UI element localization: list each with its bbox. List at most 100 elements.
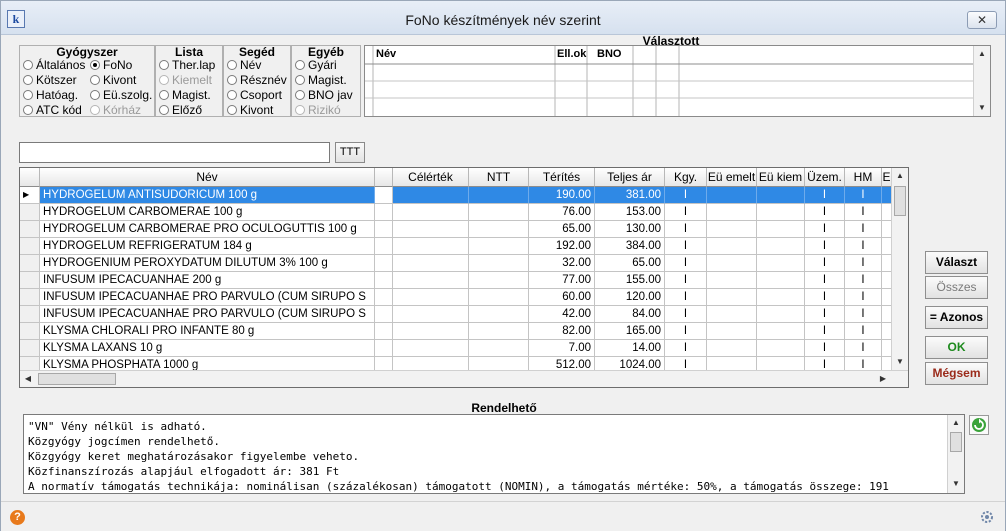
scroll-left-icon[interactable]: ◀ [20, 371, 36, 387]
table-row[interactable]: ▶ HYDROGELUM ANTISUDORICUM 100 g 190.00 381… [20, 187, 892, 204]
radio-circle-icon [295, 60, 305, 70]
cell-check [375, 289, 393, 306]
radio-kivont[interactable]: Kivont [90, 73, 136, 87]
cell-eu-emelt [707, 340, 757, 357]
osszes-button[interactable]: Összes [925, 276, 988, 299]
radio-bno-jav[interactable]: BNO jav [295, 88, 353, 102]
ok-button[interactable]: OK [925, 336, 988, 359]
cell-check [375, 204, 393, 221]
radio-hatoag[interactable]: Hatóag. [23, 88, 78, 102]
grid-header-indicator [20, 168, 40, 187]
cell-ntt [469, 187, 529, 204]
table-row[interactable]: HYDROGELUM REFRIGERATUM 184 g 192.00 384.0… [20, 238, 892, 255]
grid-vertical-scroll-thumb[interactable] [894, 186, 906, 216]
grid-vertical-scrollbar[interactable]: ▲ ▼ [891, 168, 908, 371]
settings-icon[interactable] [979, 509, 995, 525]
ttt-button[interactable]: TTT [335, 142, 365, 163]
radio-eu-szolg[interactable]: Eü.szolg. [90, 88, 152, 102]
table-row[interactable]: INFUSUM IPECACUANHAE PRO PARVULO (CUM SI… [20, 306, 892, 323]
cell-check [375, 255, 393, 272]
cell-teljes-ar: 130.00 [595, 221, 665, 238]
help-icon[interactable]: ? [10, 510, 25, 525]
grid-header-nev[interactable]: Név [40, 168, 375, 187]
refresh-icon[interactable] [969, 415, 989, 435]
scroll-down-icon[interactable]: ▼ [974, 100, 990, 116]
cell-ntt [469, 221, 529, 238]
title-bar[interactable]: k FoNo készítmények név szerint ✕ [1, 1, 1005, 35]
cell-nev: INFUSUM IPECACUANHAE PRO PARVULO (CUM SI… [40, 306, 375, 323]
azonos-button[interactable]: = Azonos [925, 306, 988, 329]
table-row[interactable]: HYDROGENIUM PEROXYDATUM DILUTUM 3% 100 g… [20, 255, 892, 272]
grid-header-eu-kiem[interactable]: Eü kiem [757, 168, 805, 187]
group-seged: Segéd Név Résznév Csoport Kivont [223, 45, 291, 117]
scroll-up-icon[interactable]: ▲ [948, 415, 964, 431]
grid-header-check[interactable] [375, 168, 393, 187]
radio-altalanos[interactable]: Általános [23, 58, 85, 72]
radio-circle-icon [90, 90, 100, 100]
cell-nev: KLYSMA CHLORALI PRO INFANTE 80 g [40, 323, 375, 340]
cell-uzem: I [805, 340, 845, 357]
table-row[interactable]: KLYSMA CHLORALI PRO INFANTE 80 g 82.00 165… [20, 323, 892, 340]
valasztott-list[interactable]: Név Ell.ok BNO ▲ ▼ [364, 45, 991, 117]
grid-horizontal-scroll-thumb[interactable] [38, 373, 116, 385]
table-row[interactable]: HYDROGELUM CARBOMERAE PRO OCULOGUTTIS 10… [20, 221, 892, 238]
radio-magist-egyeb[interactable]: Magist. [295, 73, 347, 87]
table-row[interactable]: KLYSMA LAXANS 10 g 7.00 14.00 I I I [20, 340, 892, 357]
cell-celertek [393, 221, 469, 238]
cell-check [375, 272, 393, 289]
rendelheto-line: Közgyógy jogcímen rendelhető. [28, 435, 221, 448]
grid-header-kgy[interactable]: Kgy. [665, 168, 707, 187]
scroll-down-icon[interactable]: ▼ [948, 476, 964, 492]
grid-header-celertek[interactable]: Célérték [393, 168, 469, 187]
cell-eu-kiem [757, 238, 805, 255]
product-grid[interactable]: Név Célérték NTT Térítés Teljes ár Kgy. … [19, 167, 909, 388]
cell-terites: 192.00 [529, 238, 595, 255]
grid-header-teljes-ar[interactable]: Teljes ár [595, 168, 665, 187]
cell-check [375, 187, 393, 204]
radio-elozo[interactable]: Előző [159, 103, 202, 117]
cell-celertek [393, 272, 469, 289]
radio-resznev[interactable]: Résznév [227, 73, 287, 87]
rendelheto-text[interactable]: "VN" Vény nélkül is adható. Közgyógy jog… [23, 414, 965, 494]
radio-magist-lista[interactable]: Magist. [159, 88, 211, 102]
radio-circle-icon [159, 60, 169, 70]
cell-celertek [393, 340, 469, 357]
grid-header-uzem[interactable]: Üzem. [805, 168, 845, 187]
radio-kotszer[interactable]: Kötszer [23, 73, 77, 87]
rendelheto-scrollbar[interactable]: ▲ ▼ [947, 415, 964, 493]
valasztott-scrollbar[interactable]: ▲ ▼ [973, 46, 990, 116]
cell-hm: I [845, 306, 882, 323]
table-row[interactable]: HYDROGELUM CARBOMERAE 100 g 76.00 153.00 I I… [20, 204, 892, 221]
filter-input[interactable] [19, 142, 330, 163]
cell-terites: 60.00 [529, 289, 595, 306]
radio-csoport[interactable]: Csoport [227, 88, 282, 102]
scroll-right-icon[interactable]: ▶ [875, 371, 891, 387]
grid-header-hm[interactable]: HM [845, 168, 882, 187]
scroll-down-icon[interactable]: ▼ [892, 354, 908, 370]
cell-ntt [469, 289, 529, 306]
radio-ther-lap[interactable]: Ther.lap [159, 58, 215, 72]
cell-uzem: I [805, 323, 845, 340]
table-row[interactable]: INFUSUM IPECACUANHAE 200 g 77.00 155.00 I I I [20, 272, 892, 289]
rendelheto-scroll-thumb[interactable] [950, 432, 962, 452]
grid-header-terites[interactable]: Térítés [529, 168, 595, 187]
radio-gyari[interactable]: Gyári [295, 58, 337, 72]
table-row[interactable]: INFUSUM IPECACUANHAE PRO PARVULO (CUM SI… [20, 289, 892, 306]
scroll-up-icon[interactable]: ▲ [974, 46, 990, 62]
radio-circle-icon [90, 75, 100, 85]
cell-nev: INFUSUM IPECACUANHAE PRO PARVULO (CUM SI… [40, 289, 375, 306]
grid-header-eu-emelt[interactable]: Eü emelt [707, 168, 757, 187]
scroll-up-icon[interactable]: ▲ [892, 168, 908, 184]
close-button[interactable]: ✕ [967, 11, 997, 29]
valaszt-button[interactable]: Választ [925, 251, 988, 274]
radio-atc-kod[interactable]: ATC kód [23, 103, 82, 117]
group-title-seged: Segéd [238, 45, 275, 59]
radio-kivont-seged[interactable]: Kivont [227, 103, 273, 117]
radio-nev[interactable]: Név [227, 58, 261, 72]
radio-fono[interactable]: FoNo [90, 58, 132, 72]
megsem-button[interactable]: Mégsem [925, 362, 988, 385]
row-indicator [20, 221, 40, 238]
radio-circle-icon [159, 105, 169, 115]
grid-horizontal-scrollbar[interactable]: ◀ ▶ [20, 370, 908, 387]
grid-header-ntt[interactable]: NTT [469, 168, 529, 187]
